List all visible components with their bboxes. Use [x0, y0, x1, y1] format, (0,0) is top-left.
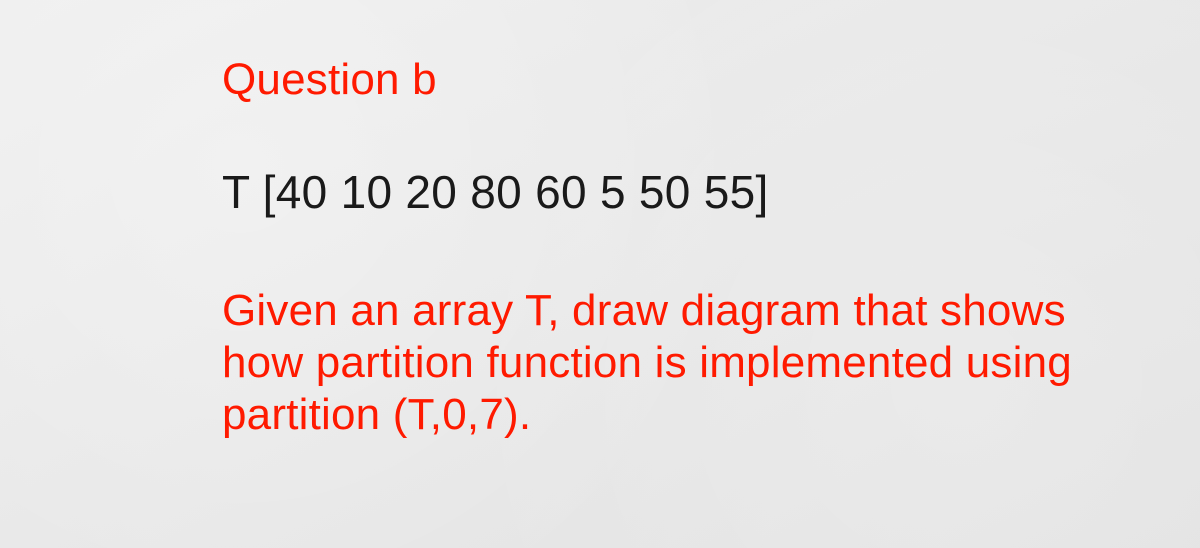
question-content: Question b T [40 10 20 80 60 5 50 55] Gi…	[222, 55, 1142, 441]
question-prompt: Given an array T, draw diagram that show…	[222, 285, 1142, 441]
question-heading: Question b	[222, 55, 1142, 105]
array-definition: T [40 10 20 80 60 5 50 55]	[222, 165, 1142, 219]
